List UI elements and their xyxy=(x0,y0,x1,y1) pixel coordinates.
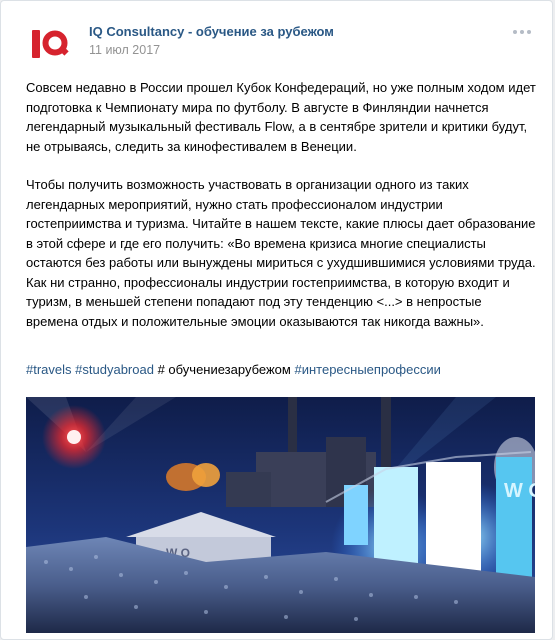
hashtag-link[interactable]: #интересныепрофессии xyxy=(294,362,440,377)
post-photo[interactable]: W O W O xyxy=(26,397,535,633)
post-paragraph: Совсем недавно в России прошел Кубок Кон… xyxy=(26,80,536,154)
hashtag-link[interactable]: #travels xyxy=(26,362,72,377)
hashtags: #travels #studyabroad # обучениезарубежо… xyxy=(26,362,441,377)
post-paragraph: Чтобы получить возможность участвовать в… xyxy=(26,177,536,329)
iq-logo-icon xyxy=(32,30,70,58)
avatar[interactable] xyxy=(26,19,76,69)
post-text: Совсем недавно в России прошел Кубок Кон… xyxy=(26,78,536,350)
festival-crowd-image: W O W O xyxy=(26,397,535,633)
post-card: IQ Consultancy - обучение за рубежом 11 … xyxy=(0,0,553,640)
screen-text: W O xyxy=(504,480,535,502)
post-date[interactable]: 11 июл 2017 xyxy=(89,43,160,57)
more-dots-icon[interactable] xyxy=(513,29,531,35)
hashtag-link[interactable]: #studyabroad xyxy=(75,362,154,377)
author-name[interactable]: IQ Consultancy - обучение за рубежом xyxy=(89,24,334,39)
hashtag-plain-text: # обучениезарубежом xyxy=(157,362,291,377)
